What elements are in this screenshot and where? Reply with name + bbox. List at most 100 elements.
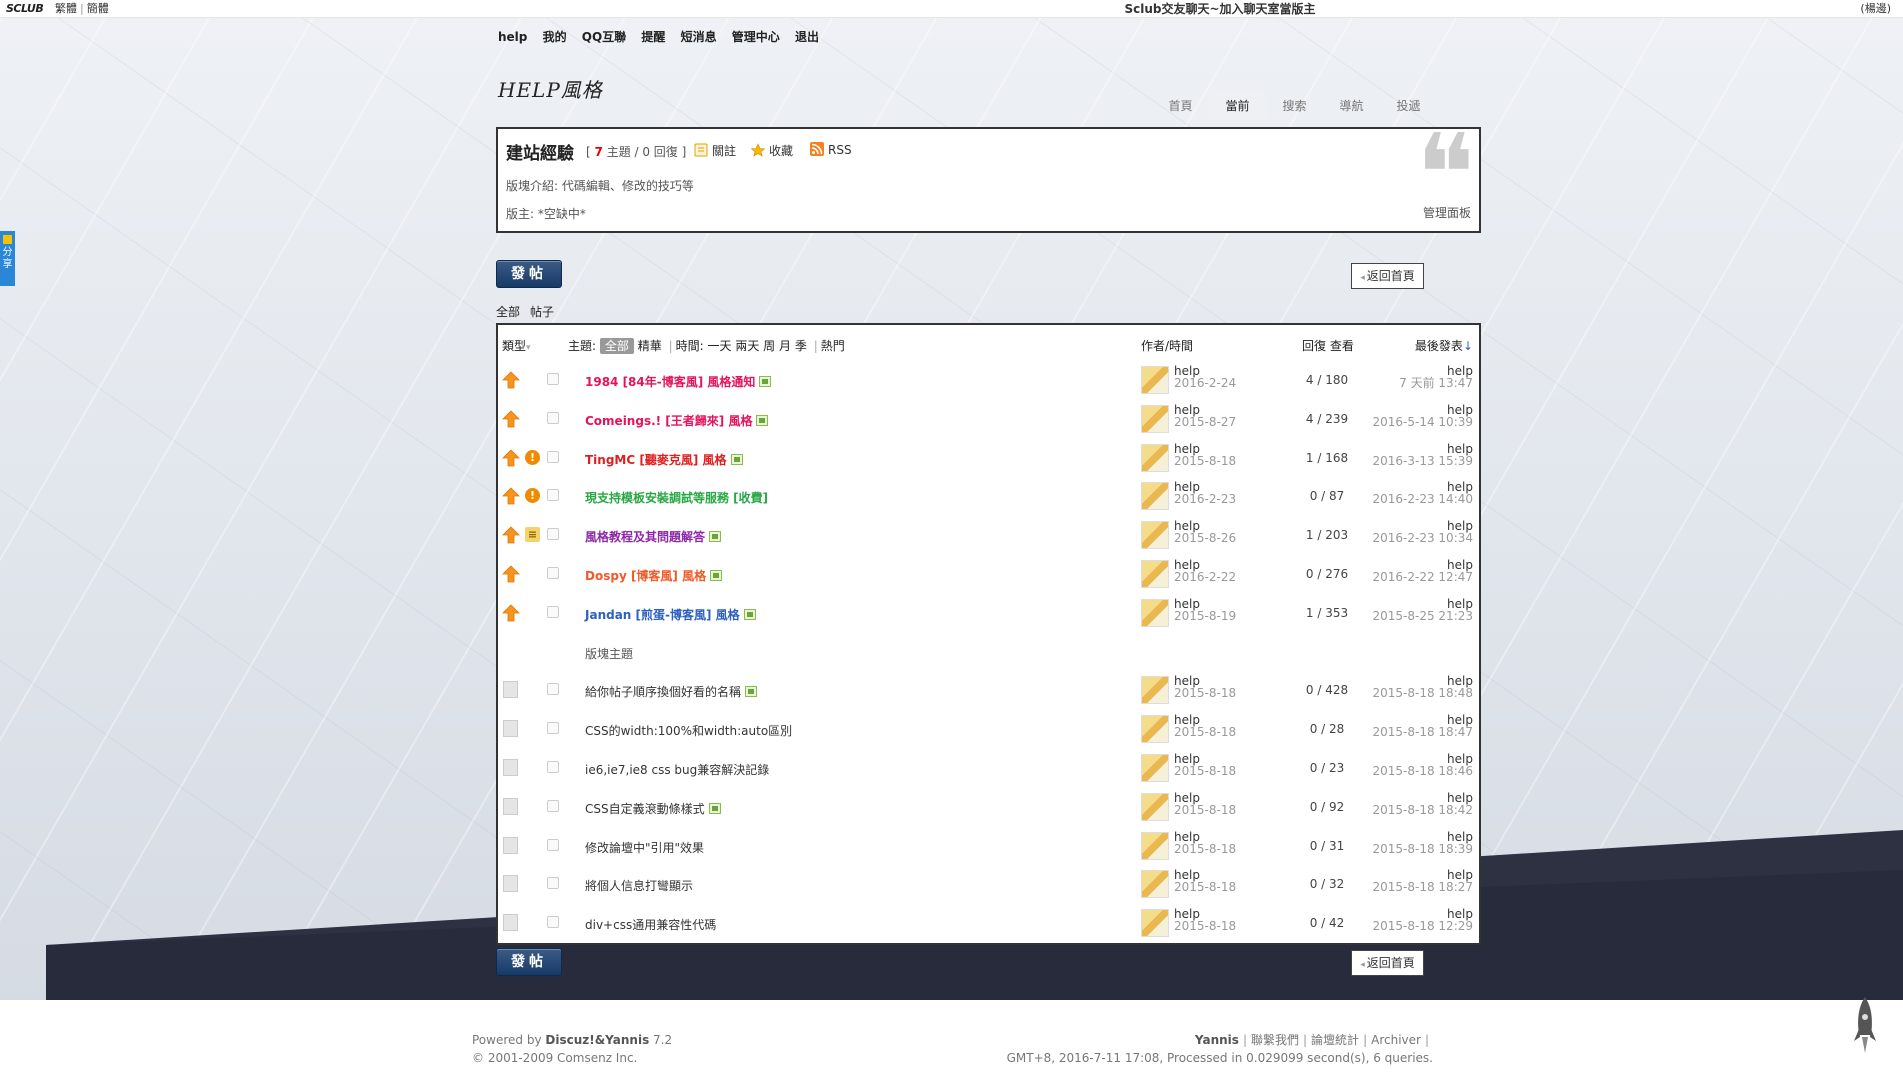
usernav-messages[interactable]: 短消息	[681, 30, 717, 44]
last-poster-name[interactable]: help	[1373, 792, 1473, 804]
thread-checkbox[interactable]	[547, 916, 559, 929]
thread-title-link[interactable]: CSS的width:100%和width:auto區別	[585, 724, 792, 738]
usernav-mine[interactable]: 我的	[543, 30, 567, 44]
thread-checkbox[interactable]	[547, 411, 559, 424]
footer-yannis-link[interactable]: Yannis	[1195, 1033, 1239, 1047]
filter-month[interactable]: 月	[779, 339, 791, 353]
last-poster-name[interactable]: help	[1373, 831, 1473, 843]
thread-title-link[interactable]: Comeings.! [王者歸來] 風格	[585, 414, 752, 428]
nav-home[interactable]: 首頁	[1152, 93, 1209, 119]
last-poster-name[interactable]: help	[1373, 598, 1473, 610]
thread-checkbox[interactable]	[547, 722, 559, 735]
thread-checkbox[interactable]	[547, 605, 559, 618]
thread-title-link[interactable]: Jandan [煎蛋-博客風] 風格	[585, 608, 740, 622]
author-avatar[interactable]	[1141, 560, 1169, 588]
author-avatar[interactable]	[1141, 909, 1169, 938]
last-post-date[interactable]: 2015-8-18 18:42	[1373, 804, 1474, 816]
rss-button[interactable]: RSS	[810, 142, 852, 157]
thread-title-link[interactable]: div+css通用兼容性代碼	[585, 918, 716, 932]
tab-all[interactable]: 全部	[496, 305, 520, 319]
author-name[interactable]: help	[1174, 404, 1236, 416]
author-name[interactable]: help	[1174, 443, 1236, 455]
thread-title-link[interactable]: TingMC [聽麥克風] 風格	[585, 453, 727, 467]
author-avatar[interactable]	[1141, 404, 1169, 433]
author-avatar[interactable]	[1141, 715, 1169, 744]
thread-checkbox[interactable]	[547, 528, 559, 541]
thread-checkbox[interactable]	[547, 373, 559, 385]
type-filter[interactable]: 類型▾	[502, 337, 531, 354]
usernav-logout[interactable]: 退出	[795, 30, 819, 44]
favorite-button[interactable]: 收藏	[751, 142, 793, 159]
filter-hot[interactable]: 熱門	[821, 339, 845, 353]
product-link[interactable]: Discuz!&Yannis	[545, 1033, 649, 1047]
author-time-header[interactable]: 作者/時間	[1141, 337, 1193, 354]
last-post-date[interactable]: 2016-2-22 12:47	[1373, 571, 1474, 583]
thread-title-link[interactable]: 1984 [84年-博客風] 風格通知	[585, 375, 755, 389]
usernav-remind[interactable]: 提醒	[641, 30, 665, 44]
replies-views-header[interactable]: 回復 查看	[1302, 337, 1354, 354]
back-home-button-top[interactable]: ◂ 返回首頁	[1351, 263, 1424, 289]
author-avatar[interactable]	[1141, 482, 1169, 511]
author-avatar[interactable]	[1141, 598, 1169, 627]
usernav-help[interactable]: help	[498, 30, 527, 44]
last-poster-name[interactable]: help	[1373, 404, 1473, 416]
forum-logo[interactable]: HELP風格	[498, 74, 603, 103]
thread-title-link[interactable]: ie6,ie7,ie8 css bug兼容解決記錄	[585, 763, 769, 777]
last-post-date[interactable]: 2015-8-18 12:29	[1373, 920, 1474, 932]
last-post-date[interactable]: 2015-8-18 18:47	[1373, 726, 1474, 738]
last-post-date[interactable]: 2015-8-18 18:48	[1373, 687, 1474, 699]
author-avatar[interactable]	[1141, 831, 1169, 860]
thread-checkbox[interactable]	[547, 567, 559, 579]
usernav-admin[interactable]: 管理中心	[732, 30, 780, 44]
author-name[interactable]: help	[1174, 792, 1236, 804]
thread-title-link[interactable]: 給你帖子順序換個好看的名稱	[585, 685, 741, 699]
nav-guide[interactable]: 導航	[1323, 93, 1380, 119]
post-button-bottom[interactable]: 發帖	[496, 948, 562, 976]
last-poster-name[interactable]: help	[1373, 443, 1473, 455]
author-avatar[interactable]	[1141, 870, 1169, 899]
last-post-date[interactable]: 2015-8-18 18:39	[1373, 843, 1474, 855]
forum-name[interactable]: 建站經驗	[506, 139, 574, 164]
footer-stats-link[interactable]: 論壇統計	[1311, 1033, 1359, 1047]
last-post-date[interactable]: 2016-2-23 10:34	[1373, 532, 1474, 544]
filter-digest[interactable]: 精華	[638, 339, 662, 353]
last-post-date[interactable]: 2015-8-25 21:23	[1373, 610, 1474, 622]
tab-posts[interactable]: 帖子	[530, 305, 554, 319]
last-post-date[interactable]: 2016-5-14 10:39	[1373, 416, 1474, 428]
filter-all[interactable]: 全部	[599, 338, 634, 354]
filter-day[interactable]: 一天	[707, 339, 731, 353]
share-sidebar-tab[interactable]: 分享	[0, 231, 15, 286]
thread-checkbox[interactable]	[547, 489, 559, 502]
back-to-top-rocket-icon[interactable]	[1852, 995, 1878, 1057]
filter-twodays[interactable]: 兩天	[735, 339, 759, 353]
filter-season[interactable]: 季	[795, 339, 807, 353]
topbar-right-link[interactable]: (楊邊)	[1860, 0, 1891, 18]
thread-checkbox[interactable]	[547, 683, 559, 696]
thread-title-link[interactable]: 修改論壇中"引用"效果	[585, 841, 704, 855]
last-post-header[interactable]: 最後發表↓	[1415, 337, 1473, 354]
author-avatar[interactable]	[1141, 676, 1169, 705]
thread-title-link[interactable]: CSS自定義滾動條樣式	[585, 802, 705, 816]
last-post-date[interactable]: 2016-2-23 14:40	[1373, 493, 1474, 505]
last-post-date[interactable]: 2016-3-13 15:39	[1373, 455, 1474, 467]
thread-checkbox[interactable]	[547, 838, 559, 851]
thread-title-link[interactable]: 風格教程及其問題解答	[585, 530, 705, 544]
footer-contact-link[interactable]: 聯繫我們	[1251, 1033, 1299, 1047]
thread-checkbox[interactable]	[547, 799, 559, 812]
post-button-top[interactable]: 發帖	[496, 260, 562, 288]
thread-checkbox[interactable]	[547, 877, 559, 890]
author-avatar[interactable]	[1141, 792, 1169, 821]
thread-title-link[interactable]: 現支持模板安裝調試等服務 [收費]	[585, 491, 768, 505]
thread-checkbox[interactable]	[547, 761, 559, 773]
author-avatar[interactable]	[1141, 443, 1169, 472]
usernav-qq[interactable]: QQ互聯	[582, 30, 626, 44]
author-name[interactable]: help	[1174, 598, 1236, 610]
last-post-date[interactable]: 7 天前 13:47	[1399, 377, 1473, 389]
footer-archiver-link[interactable]: Archiver	[1371, 1033, 1421, 1047]
follow-button[interactable]: 關註	[694, 142, 736, 159]
thread-checkbox[interactable]	[547, 450, 559, 463]
author-avatar[interactable]	[1141, 521, 1169, 550]
author-name[interactable]: help	[1174, 831, 1236, 843]
last-post-date[interactable]: 2015-8-18 18:46	[1373, 765, 1474, 777]
nav-search[interactable]: 搜索	[1266, 93, 1323, 119]
